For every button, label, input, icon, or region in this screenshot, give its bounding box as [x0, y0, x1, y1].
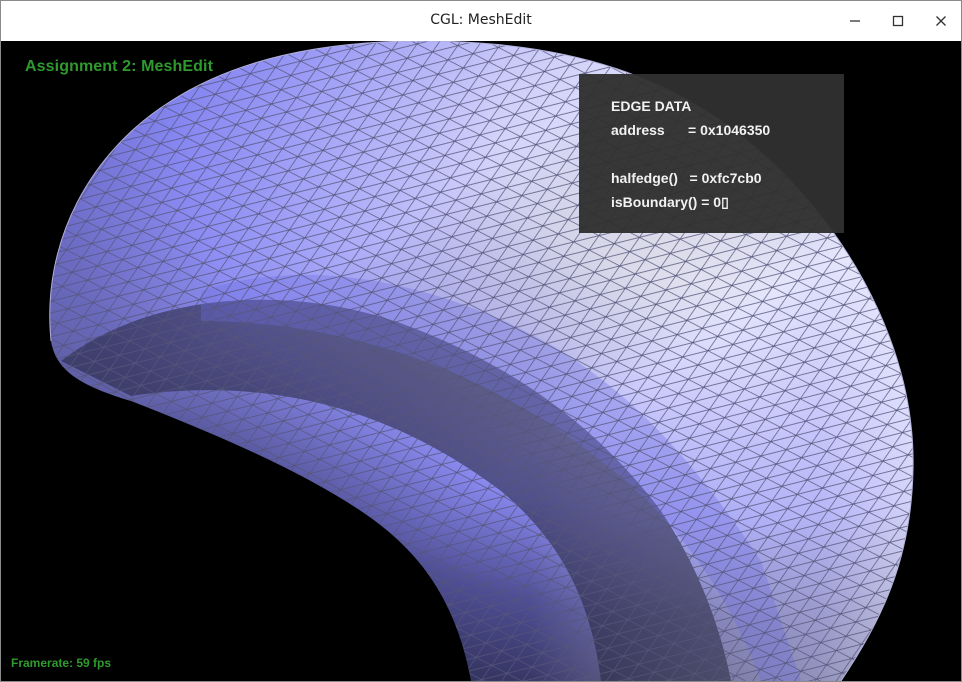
framerate-label: Framerate: 59 fps: [11, 656, 112, 670]
minimize-icon: [850, 20, 860, 22]
title-bar[interactable]: CGL: MeshEdit: [1, 1, 961, 41]
edge-info-panel: EDGE DATA address = 0x1046350 halfedge()…: [579, 74, 844, 233]
minimize-button[interactable]: [837, 7, 873, 35]
render-viewport[interactable]: Assignment 2: MeshEdit EDGE DATA address…: [1, 41, 961, 681]
edge-address: address = 0x1046350: [611, 122, 771, 138]
close-button[interactable]: [923, 7, 959, 35]
close-icon: [936, 16, 946, 26]
edge-is-boundary: isBoundary() = 0▯: [611, 194, 729, 210]
window-title: CGL: MeshEdit: [430, 12, 532, 28]
maximize-button[interactable]: [880, 7, 916, 35]
edge-info-heading: EDGE DATA: [611, 98, 692, 114]
assignment-title: Assignment 2: MeshEdit: [25, 58, 214, 75]
edge-halfedge: halfedge() = 0xfc7cb0: [611, 170, 762, 186]
app-window: CGL: MeshEdit Assignment 2: MeshEdit EDG…: [0, 0, 962, 682]
maximize-icon: [892, 15, 904, 27]
